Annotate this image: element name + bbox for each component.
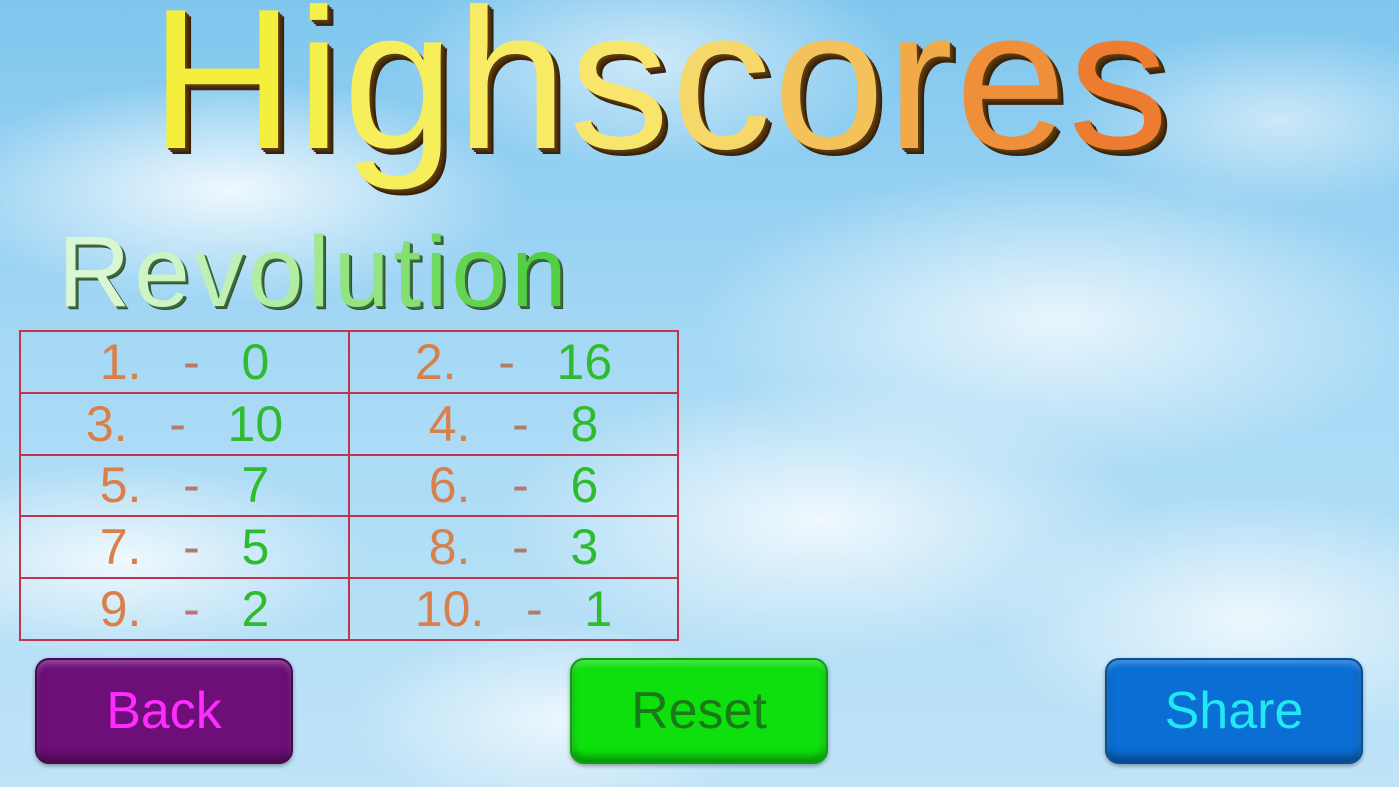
- score-separator: -: [183, 581, 200, 638]
- reset-button[interactable]: Reset: [570, 658, 828, 764]
- score-cell: 9. - 2: [20, 578, 349, 640]
- score-separator: -: [183, 333, 200, 390]
- subtitle-letter: e: [134, 216, 194, 328]
- score-rank: 9.: [99, 581, 142, 638]
- score-value: 10: [227, 395, 284, 452]
- score-rank: 4.: [428, 395, 471, 452]
- score-value: 1: [584, 581, 613, 638]
- score-value: 6: [570, 457, 599, 514]
- title-letter: s: [1068, 0, 1171, 191]
- score-separator: -: [169, 395, 186, 452]
- score-separator: -: [498, 333, 515, 390]
- score-value: 8: [570, 395, 599, 452]
- title-letter: o: [773, 0, 887, 191]
- page-title: Highscores: [150, 0, 1170, 190]
- score-rank: 7.: [99, 519, 142, 576]
- highscore-table: 1. - 0 2. - 16 3. - 10 4. - 8 5. - 7 6. …: [19, 330, 679, 641]
- subtitle-letter: o: [247, 216, 308, 328]
- title-letter: i: [296, 0, 343, 191]
- score-cell: 2. - 16: [349, 331, 678, 393]
- score-cell: 7. - 5: [20, 516, 349, 579]
- subtitle-letter: t: [393, 216, 426, 328]
- score-cell: 4. - 8: [349, 392, 678, 455]
- score-cell: 5. - 7: [20, 454, 349, 517]
- score-cell: 8. - 3: [349, 516, 678, 579]
- title-letter: H: [150, 0, 297, 191]
- score-value: 2: [241, 581, 270, 638]
- share-button[interactable]: Share: [1105, 658, 1363, 764]
- subtitle-letter: R: [58, 216, 135, 328]
- title-letter: r: [886, 0, 956, 191]
- score-separator: -: [512, 519, 529, 576]
- score-rank: 8.: [428, 519, 471, 576]
- title-letter: e: [955, 0, 1069, 191]
- score-rank: 5.: [99, 457, 142, 514]
- mode-title: Revolution: [58, 212, 571, 332]
- subtitle-letter: i: [425, 216, 452, 328]
- score-rank: 10.: [414, 581, 485, 638]
- score-value: 5: [241, 519, 270, 576]
- score-cell: 6. - 6: [349, 454, 678, 517]
- title-letter: h: [456, 0, 570, 191]
- score-separator: -: [512, 457, 529, 514]
- subtitle-letter: o: [451, 216, 511, 328]
- score-cell: 3. - 10: [20, 392, 349, 455]
- subtitle-letter: u: [333, 216, 394, 328]
- title-letter: s: [569, 0, 672, 191]
- score-cell: 1. - 0: [20, 331, 349, 393]
- title-letter: g: [342, 0, 457, 191]
- title-letter: c: [671, 0, 774, 191]
- subtitle-letter: v: [193, 216, 248, 328]
- score-separator: -: [512, 395, 529, 452]
- score-separator: -: [526, 581, 543, 638]
- subtitle-letter: l: [307, 216, 334, 328]
- subtitle-letter: n: [510, 216, 571, 328]
- score-value: 16: [556, 333, 613, 390]
- score-rank: 1.: [99, 333, 142, 390]
- score-rank: 6.: [428, 457, 471, 514]
- score-rank: 3.: [85, 395, 128, 452]
- score-value: 0: [241, 333, 270, 390]
- back-button[interactable]: Back: [35, 658, 293, 764]
- score-cell: 10. - 1: [349, 578, 678, 640]
- score-separator: -: [183, 519, 200, 576]
- score-value: 7: [241, 457, 270, 514]
- score-value: 3: [570, 519, 599, 576]
- score-rank: 2.: [414, 333, 457, 390]
- score-separator: -: [183, 457, 200, 514]
